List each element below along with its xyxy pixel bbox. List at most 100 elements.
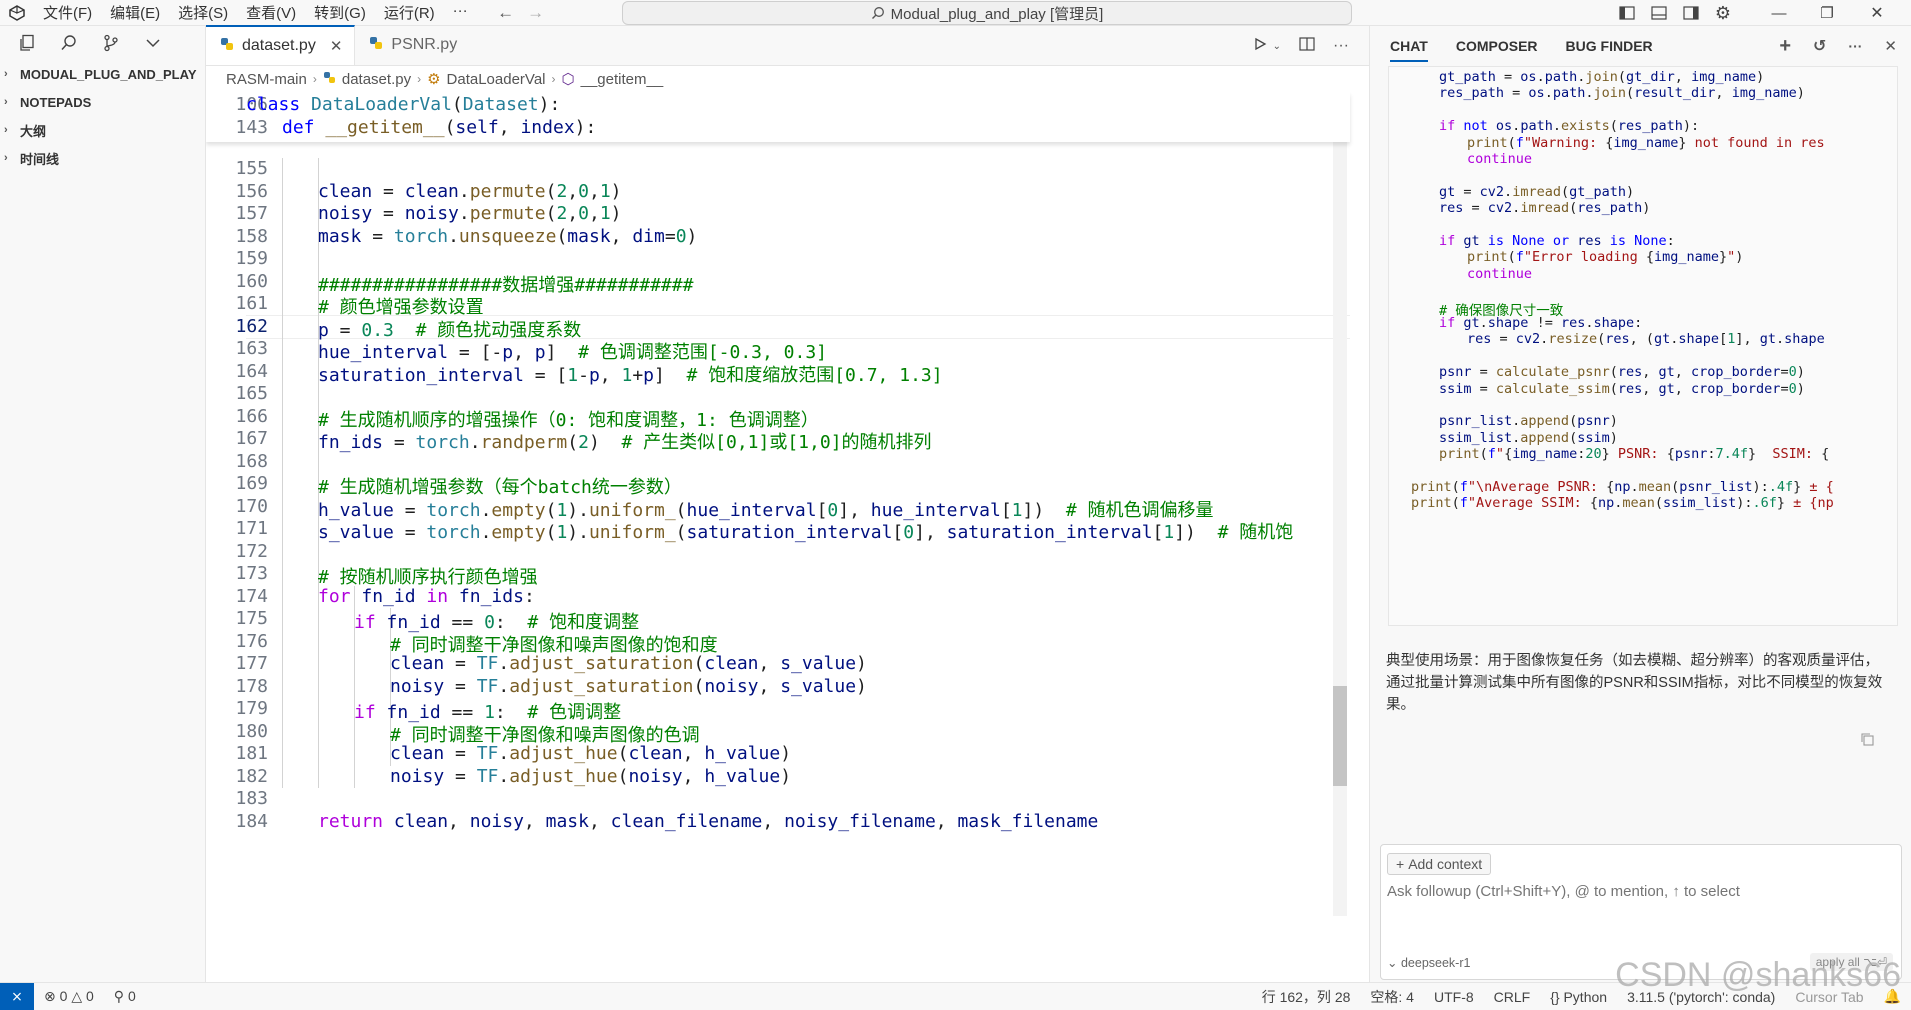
code-token: (: [1597, 331, 1606, 348]
code-token: =: [1780, 364, 1789, 381]
menu-item-0[interactable]: 文件(F): [34, 2, 101, 23]
code-line: return clean, noisy, mask, clean_filenam…: [318, 811, 1098, 832]
sidebar-section-2[interactable]: › 大纲: [0, 116, 205, 144]
breadcrumb-method[interactable]: __getitem__: [581, 71, 664, 88]
sidebar-section-label: 大纲: [20, 123, 47, 139]
code-token: =: [393, 522, 427, 543]
tab-composer[interactable]: COMPOSER: [1456, 38, 1538, 54]
line-number: 172: [235, 540, 268, 562]
breadcrumb-class[interactable]: DataLoaderVal: [447, 71, 546, 88]
code-token: adjust_saturation: [509, 653, 694, 674]
toggle-panel-icon[interactable]: [1644, 0, 1674, 26]
sidebar-section-0[interactable]: › MODUAL_PLUG_AND_PLAY: [0, 60, 205, 88]
code-token: 1: [567, 364, 579, 386]
code-token: (: [444, 117, 456, 138]
menu-item-6[interactable]: ···: [444, 2, 477, 23]
code-token: gt: [1658, 364, 1675, 381]
code-token: append: [1520, 413, 1570, 430]
add-context-button[interactable]: + Add context: [1387, 853, 1492, 875]
ports-indicator[interactable]: ⚲ 0: [104, 988, 146, 1005]
toggle-secondary-sidebar-icon[interactable]: [1676, 0, 1706, 26]
tab-bug-finder[interactable]: BUG FINDER: [1566, 38, 1653, 54]
code-token: noisy: [318, 203, 373, 224]
run-icon[interactable]: [1253, 37, 1267, 56]
code-token: res: [1577, 233, 1602, 249]
menu-item-3[interactable]: 查看(V): [237, 2, 305, 23]
breadcrumb-folder[interactable]: RASM-main: [226, 71, 307, 88]
more-actions-icon[interactable]: ···: [1333, 37, 1349, 55]
code-token: imread: [1520, 200, 1570, 217]
chat-code-line: if gt is None or res is None:: [1439, 233, 1675, 249]
breadcrumb-file[interactable]: dataset.py: [342, 71, 411, 88]
tab-chat[interactable]: CHAT: [1390, 38, 1428, 62]
forward-arrow-icon[interactable]: →: [521, 3, 551, 23]
more-actions-icon[interactable]: ···: [1848, 38, 1862, 54]
code-token: (: [545, 203, 557, 224]
history-icon[interactable]: ↺: [1813, 36, 1826, 56]
code-token: .4f: [1768, 479, 1794, 495]
tab-psnr-py[interactable]: PSNR.py: [355, 25, 469, 65]
command-center-search[interactable]: Modual_plug_and_play [管理员]: [622, 1, 1352, 25]
code-token: ): [1642, 200, 1651, 217]
line-number: 160: [235, 270, 268, 292]
close-tab-icon[interactable]: ✕: [330, 37, 343, 55]
chat-code-line: res_path = os.path.join(result_dir, img_…: [1439, 85, 1805, 101]
run-dropdown-chevron-icon[interactable]: ⌄: [1273, 41, 1281, 52]
language-mode[interactable]: {} Python: [1540, 989, 1617, 1005]
cursor-position[interactable]: 行 162，列 28: [1252, 987, 1361, 1007]
editor-scroll-thumb[interactable]: [1333, 686, 1347, 786]
source-control-icon[interactable]: [102, 34, 120, 52]
code-token: self: [455, 117, 499, 138]
code-token: [: [892, 522, 904, 543]
code-line: mask = torch.unsqueeze(mask, dim=0): [318, 226, 697, 247]
copy-icon[interactable]: [1860, 732, 1874, 751]
close-panel-icon[interactable]: ✕: [1884, 37, 1897, 55]
chevron-down-icon[interactable]: [144, 34, 162, 52]
back-arrow-icon[interactable]: ←: [491, 3, 521, 23]
code-token: (: [1609, 118, 1618, 135]
tab-dataset-py[interactable]: dataset.py ✕: [206, 25, 356, 65]
warning-count: 0: [85, 988, 94, 1004]
explorer-files-icon[interactable]: [18, 34, 36, 52]
code-token: f: [1515, 134, 1524, 151]
toggle-primary-sidebar-icon[interactable]: [1612, 0, 1642, 26]
menu-item-2[interactable]: 选择(S): [169, 2, 237, 23]
indentation[interactable]: 空格: 4: [1360, 987, 1424, 1007]
model-select[interactable]: ⌄ deepseek-r1: [1387, 955, 1470, 970]
split-editor-icon[interactable]: [1299, 36, 1315, 56]
sidebar-section-1[interactable]: › NOTEPADS: [0, 88, 205, 116]
sticky-scroll-header[interactable]: 106 class DataLoaderVal(Dataset): 143 def _…: [206, 92, 1350, 142]
code-editor[interactable]: 155 156 clean = clean.permute(2,0,1) 157 noi…: [206, 92, 1369, 982]
followup-input[interactable]: [1387, 883, 1892, 900]
menu-item-1[interactable]: 编辑(E): [101, 2, 169, 23]
chat-code-line: if gt.shape != res.shape:: [1439, 315, 1642, 331]
code-token: =: [664, 225, 676, 247]
line-number: 176: [235, 630, 268, 652]
settings-gear-icon[interactable]: ⚙: [1708, 0, 1738, 26]
code-token: 2: [556, 203, 568, 224]
new-chat-plus-icon[interactable]: +: [1779, 35, 1791, 58]
encoding[interactable]: UTF-8: [1424, 989, 1484, 1005]
code-token: (: [545, 180, 557, 202]
code-token: 0: [675, 225, 687, 247]
menu-item-5[interactable]: 运行(R): [375, 2, 444, 23]
close-window-icon[interactable]: ✕: [1862, 0, 1892, 26]
chevron-right-icon: ›: [417, 72, 422, 86]
menu-item-4[interactable]: 转到(G): [305, 2, 375, 23]
line-number: 170: [235, 495, 268, 517]
sidebar-section-3[interactable]: › 时间线: [0, 144, 205, 172]
code-token: h_value: [704, 743, 781, 764]
end-of-line[interactable]: CRLF: [1484, 989, 1541, 1005]
problems-indicator[interactable]: ⊗ 0 △ 0: [34, 988, 104, 1005]
minimize-icon[interactable]: —: [1764, 0, 1794, 26]
search-icon[interactable]: [60, 34, 78, 52]
code-token: .: [498, 743, 510, 764]
code-token: mask: [318, 225, 362, 247]
restore-icon[interactable]: ❐: [1812, 0, 1842, 26]
app-logo-icon: [0, 0, 34, 26]
remote-indicator-icon[interactable]: ⨯: [0, 982, 34, 1010]
editor-scrollbar[interactable]: [1333, 116, 1347, 916]
code-token: ): [780, 743, 792, 764]
code-token: !=: [1528, 315, 1561, 331]
line-number: 143: [235, 117, 268, 138]
